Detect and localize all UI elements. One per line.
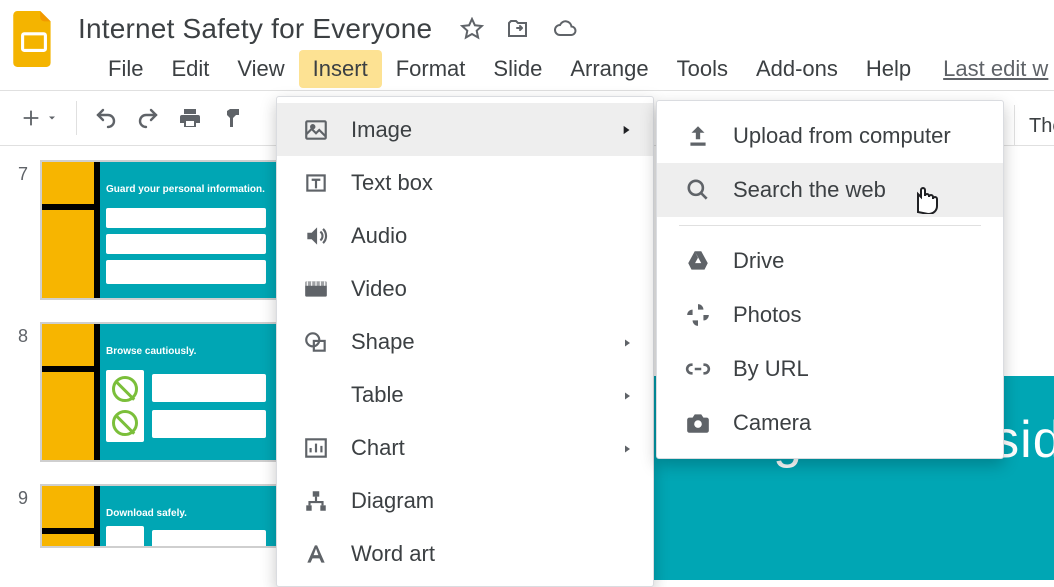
paint-format-button[interactable] <box>215 101 249 135</box>
image-upload-from-computer[interactable]: Upload from computer <box>657 109 1003 163</box>
last-edit-link[interactable]: Last edit w <box>943 56 1048 82</box>
submenu-arrow-icon <box>621 435 633 461</box>
cloud-status-icon[interactable] <box>552 17 578 41</box>
menu-arrange[interactable]: Arrange <box>556 50 662 88</box>
menu-slide[interactable]: Slide <box>479 50 556 88</box>
menu-file[interactable]: File <box>94 50 157 88</box>
separator <box>76 101 77 135</box>
menuitem-label: Video <box>351 276 407 302</box>
menuitem-label: Camera <box>733 410 811 436</box>
menuitem-label: Chart <box>351 435 405 461</box>
slide-thumbnail[interactable]: 9 Download safely. <box>8 484 289 548</box>
slide-thumbnail[interactable]: 8 Browse cautiously. <box>8 322 289 462</box>
insert-table[interactable]: Table <box>277 368 653 421</box>
document-title[interactable]: Internet Safety for Everyone <box>78 13 432 45</box>
toolbar <box>0 101 259 135</box>
chart-icon <box>301 433 331 463</box>
shape-icon <box>301 327 331 357</box>
image-icon <box>301 115 331 145</box>
move-icon[interactable] <box>506 17 530 41</box>
menu-edit[interactable]: Edit <box>157 50 223 88</box>
insert-shape[interactable]: Shape <box>277 315 653 368</box>
print-button[interactable] <box>173 101 207 135</box>
slides-app-icon[interactable] <box>8 4 60 74</box>
slide-number: 7 <box>8 160 28 185</box>
image-camera[interactable]: Camera <box>657 396 1003 450</box>
menuitem-label: Shape <box>351 329 415 355</box>
menuitem-label: Image <box>351 117 412 143</box>
upload-icon <box>683 121 713 151</box>
camera-icon <box>683 408 713 438</box>
insert-diagram[interactable]: Diagram <box>277 474 653 527</box>
submenu-arrow-icon <box>621 382 633 408</box>
menu-format[interactable]: Format <box>382 50 480 88</box>
slide-thumbnail-panel: 7 Guard your personal information. 8 Bro… <box>0 160 290 580</box>
star-icon[interactable] <box>460 17 484 41</box>
menuitem-label: Search the web <box>733 177 886 203</box>
insert-menu-dropdown: Image Text box Audio Video Shape Table C… <box>276 96 654 587</box>
image-by-url[interactable]: By URL <box>657 342 1003 396</box>
slide-number: 8 <box>8 322 28 347</box>
menuitem-label: Photos <box>733 302 802 328</box>
menu-separator <box>679 225 981 226</box>
menu-view[interactable]: View <box>223 50 298 88</box>
slide-title: Guard your personal information. <box>106 184 266 195</box>
search-icon <box>683 175 713 205</box>
menu-help[interactable]: Help <box>852 50 925 88</box>
submenu-arrow-icon <box>619 117 633 143</box>
slide-number: 9 <box>8 484 28 509</box>
slide-title: Browse cautiously. <box>106 346 266 357</box>
audio-icon <box>301 221 331 251</box>
menu-addons[interactable]: Add-ons <box>742 50 852 88</box>
image-photos[interactable]: Photos <box>657 288 1003 342</box>
image-drive[interactable]: Drive <box>657 234 1003 288</box>
menu-tools[interactable]: Tools <box>663 50 742 88</box>
menuitem-label: Text box <box>351 170 433 196</box>
drive-icon <box>683 246 713 276</box>
menuitem-label: Diagram <box>351 488 434 514</box>
image-search-the-web[interactable]: Search the web <box>657 163 1003 217</box>
new-slide-button[interactable] <box>14 103 64 133</box>
menuitem-label: Audio <box>351 223 407 249</box>
slide-title: Download safely. <box>106 508 266 519</box>
diagram-icon <box>301 486 331 516</box>
undo-button[interactable] <box>89 101 123 135</box>
insert-image-submenu: Upload from computer Search the web Driv… <box>656 100 1004 459</box>
slide-thumbnail[interactable]: 7 Guard your personal information. <box>8 160 289 300</box>
redo-button[interactable] <box>131 101 165 135</box>
menuitem-label: By URL <box>733 356 809 382</box>
menuitem-label: Drive <box>733 248 784 274</box>
wordart-icon <box>301 539 331 569</box>
insert-image[interactable]: Image <box>277 103 653 156</box>
photos-icon <box>683 300 713 330</box>
menu-bar: File Edit View Insert Format Slide Arran… <box>0 48 1054 90</box>
insert-chart[interactable]: Chart <box>277 421 653 474</box>
menuitem-label: Upload from computer <box>733 123 951 149</box>
textbox-icon <box>301 168 331 198</box>
insert-word-art[interactable]: Word art <box>277 527 653 580</box>
link-icon <box>683 354 713 384</box>
video-icon <box>301 274 331 304</box>
menuitem-label: Table <box>351 382 404 408</box>
insert-text-box[interactable]: Text box <box>277 156 653 209</box>
menuitem-label: Word art <box>351 541 435 567</box>
insert-audio[interactable]: Audio <box>277 209 653 262</box>
menu-insert[interactable]: Insert <box>299 50 382 88</box>
submenu-arrow-icon <box>621 329 633 355</box>
themes-panel-label[interactable]: The <box>1014 105 1054 146</box>
insert-video[interactable]: Video <box>277 262 653 315</box>
